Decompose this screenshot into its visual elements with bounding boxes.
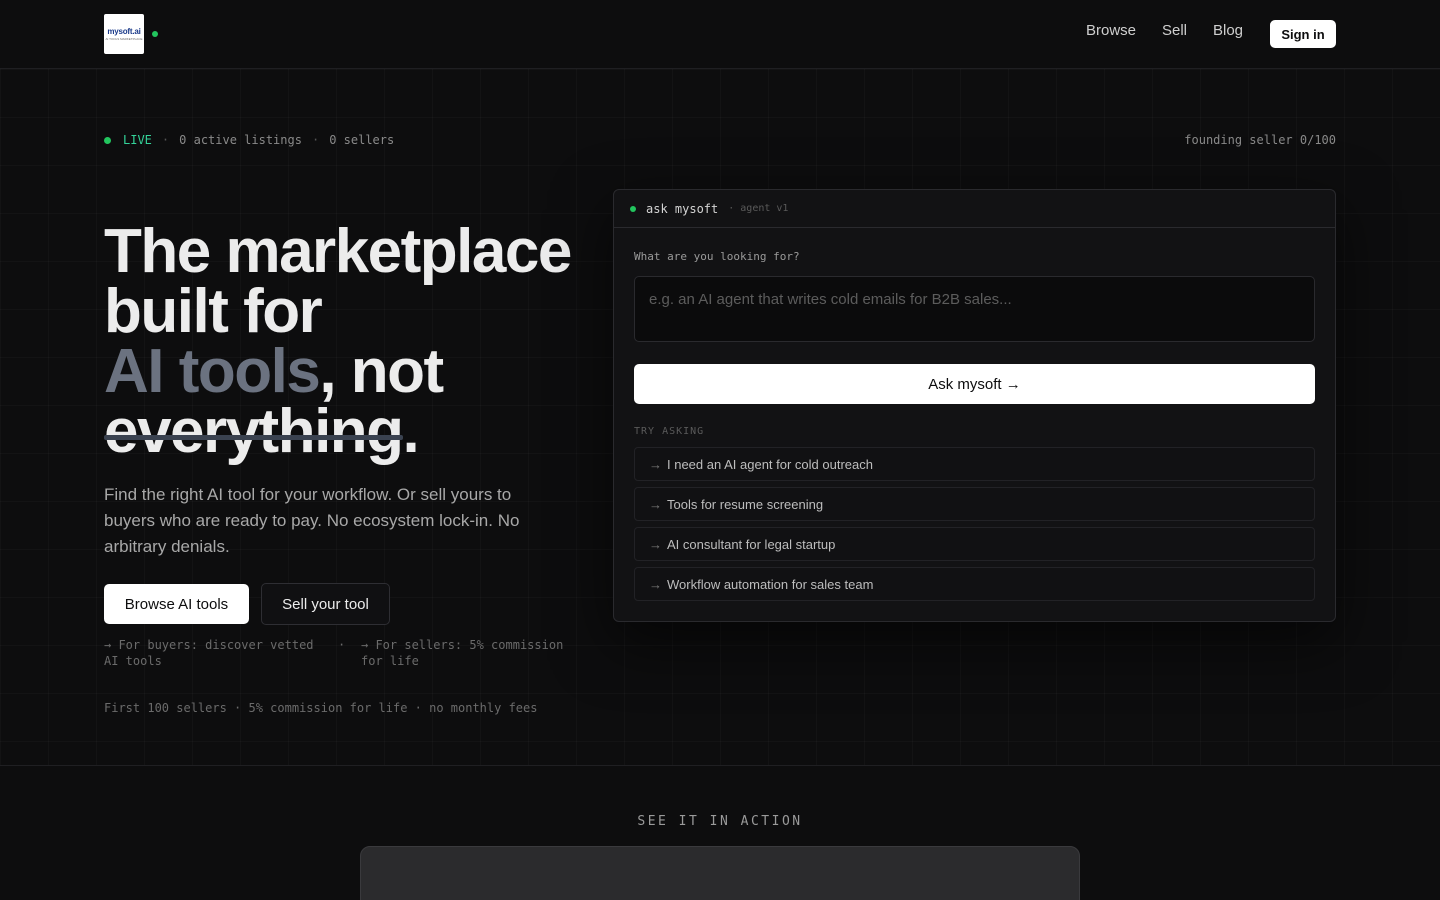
logo-wordmark: mysoft.ai — [107, 27, 141, 36]
arrow-right-icon: → — [649, 496, 662, 512]
active-listings-count: 0 active listings — [179, 133, 302, 147]
status-dot-icon — [152, 31, 158, 37]
arrow-right-icon: → — [649, 456, 662, 472]
logo-tagline: AI TOOLS MARKETPLACE — [105, 37, 143, 41]
nav-link-blog[interactable]: Blog — [1213, 22, 1243, 39]
suggestion-text: AI consultant for legal startup — [667, 536, 836, 552]
ask-agent-card: ask mysoft · agent v1 What are you looki… — [613, 189, 1336, 622]
browse-ai-tools-button[interactable]: Browse AI tools — [104, 584, 249, 624]
headline-line-3-rest: , not — [319, 337, 444, 406]
sellers-count: 0 sellers — [329, 133, 395, 147]
headline-line-2: built for — [104, 277, 323, 346]
suggestion-item[interactable]: → AI consultant for legal startup — [634, 527, 1315, 561]
agent-online-dot-icon — [630, 205, 636, 212]
headline-strikethrough-word: everything — [104, 397, 404, 466]
query-input[interactable] — [634, 276, 1315, 342]
demo-video-preview[interactable] — [360, 846, 1080, 900]
try-asking-label: TRY ASKING — [634, 426, 705, 437]
headline-line-1: The marketplace — [104, 217, 572, 286]
founding-seller-counter: founding seller 0/100 — [1184, 133, 1336, 147]
agent-card-header: ask mysoft · agent v1 — [614, 190, 1335, 228]
agent-version: · agent v1 — [728, 203, 789, 214]
separator: · — [311, 133, 320, 147]
nav-link-sell[interactable]: Sell — [1162, 22, 1187, 39]
arrow-right-icon: → — [649, 536, 662, 552]
live-status-bar: LIVE · 0 active listings · 0 sellers — [104, 133, 394, 147]
agent-title: ask mysoft — [646, 201, 719, 216]
buyers-note: → For buyers: discover vetted AI tools — [104, 638, 314, 668]
section-heading-see-it-in-action: SEE IT IN ACTION — [637, 814, 803, 829]
nav-link-browse[interactable]: Browse — [1086, 22, 1136, 39]
hero-subtitle: Find the right AI tool for your workflow… — [104, 485, 520, 556]
ask-mysoft-button[interactable]: Ask mysoft → — [634, 364, 1315, 404]
query-label: What are you looking for? — [634, 250, 800, 263]
live-label: LIVE — [123, 133, 152, 147]
headline-highlight: AI tools — [104, 337, 321, 406]
sell-your-tool-button[interactable]: Sell your tool — [261, 583, 390, 625]
top-navbar: mysoft.ai AI TOOLS MARKETPLACE Browse Se… — [0, 0, 1440, 69]
hero-headline: The marketplace built for AI tools, not … — [104, 221, 594, 466]
founding-offer-note: First 100 sellers · 5% commission for li… — [104, 701, 538, 715]
suggestion-text: Tools for resume screening — [667, 496, 824, 512]
brand-logo[interactable]: mysoft.ai AI TOOLS MARKETPLACE — [104, 14, 144, 54]
note-separator: · — [338, 638, 346, 652]
suggestion-item[interactable]: → I need an AI agent for cold outreach — [634, 447, 1315, 481]
live-dot-icon — [104, 136, 111, 144]
headline-period: . — [402, 397, 420, 466]
sellers-note: → For sellers: 5% commission for life — [361, 638, 564, 668]
suggestion-text: Workflow automation for sales team — [667, 576, 874, 592]
arrow-right-icon: → — [649, 576, 662, 592]
suggestion-item[interactable]: → Tools for resume screening — [634, 487, 1315, 521]
suggestion-text: I need an AI agent for cold outreach — [667, 456, 873, 472]
suggestion-item[interactable]: → Workflow automation for sales team — [634, 567, 1315, 601]
sign-in-button[interactable]: Sign in — [1270, 20, 1336, 48]
separator: · — [161, 133, 170, 147]
